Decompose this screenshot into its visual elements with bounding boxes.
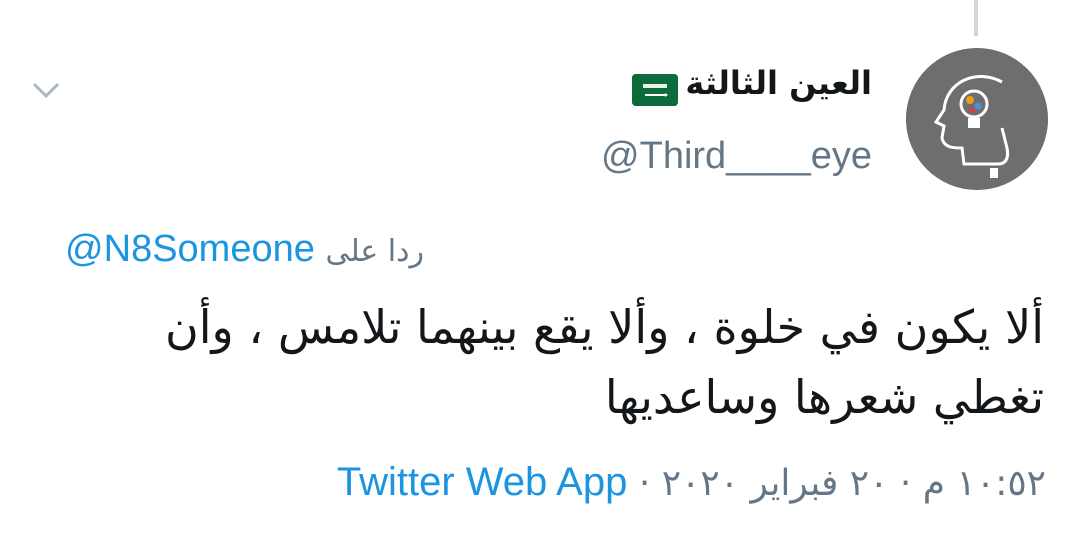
reply-label: ردا على <box>325 234 424 269</box>
reply-context: ردا على @N8Someone <box>65 228 424 271</box>
tweet-source[interactable]: Twitter Web App <box>337 460 628 504</box>
tweet-meta: ١٠:٥٢ م · ٢٠ فبراير ٢٠٢٠ · Twitter Web A… <box>337 460 1046 505</box>
thread-connector-line <box>974 0 978 36</box>
chevron-down-icon[interactable] <box>30 78 62 102</box>
saudi-flag-icon <box>632 74 678 106</box>
meta-separator: · <box>638 463 651 504</box>
reply-to-mention[interactable]: @N8Someone <box>65 228 315 270</box>
head-lightbulb-avatar-icon <box>906 48 1048 190</box>
tweet-timestamp[interactable]: ١٠:٥٢ م · ٢٠ فبراير ٢٠٢٠ <box>662 463 1046 504</box>
tweet-text: ألا يكون في خلوة ، وألا يقع بينهما تلامس… <box>164 300 1044 424</box>
user-handle[interactable]: @Third____eye <box>601 135 872 178</box>
avatar[interactable] <box>906 48 1048 190</box>
display-name[interactable]: العين الثالثة <box>685 64 872 102</box>
